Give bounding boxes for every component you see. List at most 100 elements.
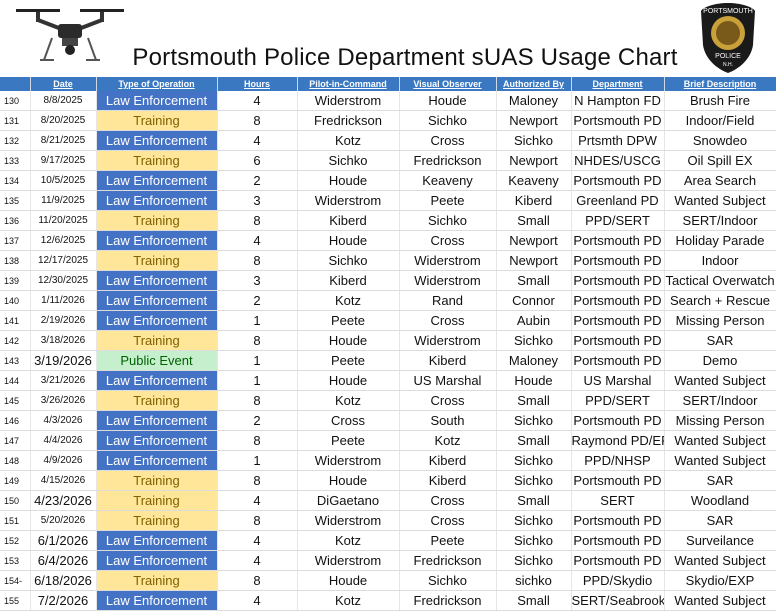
type-cell: Law Enforcement	[96, 590, 218, 611]
hours-cell: 8	[217, 210, 298, 231]
table-row: 140 1/11/2026 Law Enforcement 2 Kotz Rand Conn…	[0, 290, 776, 311]
authorized-cell: Sichko	[496, 410, 572, 431]
pilot-cell: Widerstrom	[297, 550, 400, 571]
page-title: Portsmouth Police Department sUAS Usage …	[132, 44, 678, 71]
hours-cell: 8	[217, 110, 298, 131]
pilot-cell: Peete	[297, 350, 400, 371]
observer-cell: Widerstrom	[399, 250, 497, 271]
description-cell: Wanted Subject	[664, 190, 776, 211]
hours-cell: 8	[217, 390, 298, 411]
type-cell: Law Enforcement	[96, 290, 218, 311]
row-number-cell: 132	[0, 130, 31, 151]
date-cell: 4/15/2026	[30, 470, 97, 491]
date-cell: 4/4/2026	[30, 430, 97, 451]
hours-cell: 8	[217, 510, 298, 531]
hours-cell: 1	[217, 370, 298, 391]
hours-cell: 1	[217, 310, 298, 331]
svg-text:N.H.: N.H.	[723, 62, 733, 68]
hours-cell: 3	[217, 270, 298, 291]
pilot-cell: Widerstrom	[297, 450, 400, 471]
description-cell: Snowdeo	[664, 130, 776, 151]
authorized-cell: Keaveny	[496, 170, 572, 191]
date-cell: 6/4/2026	[30, 550, 97, 571]
department-cell: SERT/Seabrook	[571, 590, 665, 611]
table-row: 144 3/21/2026 Law Enforcement 1 Houde US Mars…	[0, 370, 776, 391]
type-cell: Training	[96, 570, 218, 591]
authorized-cell: Small	[496, 270, 572, 291]
table-row: 137 12/6/2025 Law Enforcement 4 Houde Cross Ne…	[0, 230, 776, 251]
authorized-cell: Small	[496, 390, 572, 411]
department-cell: Prtsmth DPW	[571, 130, 665, 151]
usage-table: Date Type of Operation Hours Pilot-in-Comma…	[0, 77, 776, 611]
date-cell: 1/11/2026	[30, 290, 97, 311]
row-number-cell: 149	[0, 470, 31, 491]
authorized-cell: Newport	[496, 250, 572, 271]
row-number-cell: 148	[0, 450, 31, 471]
date-cell: 8/21/2025	[30, 130, 97, 151]
department-cell: Portsmouth PD	[571, 350, 665, 371]
description-cell: SAR	[664, 470, 776, 491]
description-cell: Wanted Subject	[664, 370, 776, 391]
column-header-pilot-in-command: Pilot-in-Command	[297, 77, 400, 91]
table-row: 145 3/26/2026 Training 8 Kotz Cross Small PPD/S…	[0, 390, 776, 411]
pilot-cell: Sichko	[297, 150, 400, 171]
pilot-cell: Kotz	[297, 290, 400, 311]
date-cell: 3/21/2026	[30, 370, 97, 391]
hours-cell: 3	[217, 190, 298, 211]
type-cell: Law Enforcement	[96, 230, 218, 251]
authorized-cell: Small	[496, 210, 572, 231]
column-header-row-number	[0, 77, 31, 91]
observer-cell: Widerstrom	[399, 270, 497, 291]
observer-cell: Kotz	[399, 430, 497, 451]
row-number-cell: 138	[0, 250, 31, 271]
observer-cell: Peete	[399, 190, 497, 211]
authorized-cell: Sichko	[496, 450, 572, 471]
type-cell: Training	[96, 510, 218, 531]
type-cell: Law Enforcement	[96, 310, 218, 331]
department-cell: PPD/SERT	[571, 210, 665, 231]
row-number-cell: 139	[0, 270, 31, 291]
type-cell: Law Enforcement	[96, 270, 218, 291]
pilot-cell: Houde	[297, 170, 400, 191]
description-cell: Tactical Overwatch	[664, 270, 776, 291]
hours-cell: 4	[217, 550, 298, 571]
department-cell: PPD/SERT	[571, 390, 665, 411]
hours-cell: 2	[217, 170, 298, 191]
type-cell: Law Enforcement	[96, 91, 218, 111]
description-cell: Missing Person	[664, 310, 776, 331]
observer-cell: Cross	[399, 490, 497, 511]
pilot-cell: Peete	[297, 310, 400, 331]
pilot-cell: Sichko	[297, 250, 400, 271]
authorized-cell: Sichko	[496, 470, 572, 491]
pilot-cell: Houde	[297, 570, 400, 591]
observer-cell: Sichko	[399, 570, 497, 591]
pilot-cell: Kotz	[297, 590, 400, 611]
table-row: 139 12/30/2025 Law Enforcement 3 Kiberd Wider…	[0, 270, 776, 291]
date-cell: 3/26/2026	[30, 390, 97, 411]
type-cell: Training	[96, 390, 218, 411]
pilot-cell: Kiberd	[297, 270, 400, 291]
pilot-cell: Houde	[297, 230, 400, 251]
table-row: 147 4/4/2026 Law Enforcement 8 Peete Kotz Smal…	[0, 430, 776, 451]
table-row: 150 4/23/2026 Training 4 DiGaetano Cross Small…	[0, 490, 776, 511]
table-row: 130 8/8/2025 Law Enforcement 4 Widerstrom Hou…	[0, 91, 776, 111]
pilot-cell: Kiberd	[297, 210, 400, 231]
row-number-cell: 147	[0, 430, 31, 451]
hours-cell: 8	[217, 470, 298, 491]
row-number-cell: 153	[0, 550, 31, 571]
observer-cell: Widerstrom	[399, 330, 497, 351]
description-cell: Holiday Parade	[664, 230, 776, 251]
observer-cell: Peete	[399, 530, 497, 551]
row-number-cell: 143	[0, 350, 31, 371]
observer-cell: Keaveny	[399, 170, 497, 191]
description-cell: Brush Fire	[664, 91, 776, 111]
hours-cell: 6	[217, 150, 298, 171]
type-cell: Law Enforcement	[96, 190, 218, 211]
column-header-visual-observer: Visual Observer	[399, 77, 497, 91]
row-number-cell: 133	[0, 150, 31, 171]
description-cell: Wanted Subject	[664, 450, 776, 471]
description-cell: Skydio/EXP	[664, 570, 776, 591]
observer-cell: Kiberd	[399, 350, 497, 371]
observer-cell: Kiberd	[399, 450, 497, 471]
hours-cell: 8	[217, 430, 298, 451]
